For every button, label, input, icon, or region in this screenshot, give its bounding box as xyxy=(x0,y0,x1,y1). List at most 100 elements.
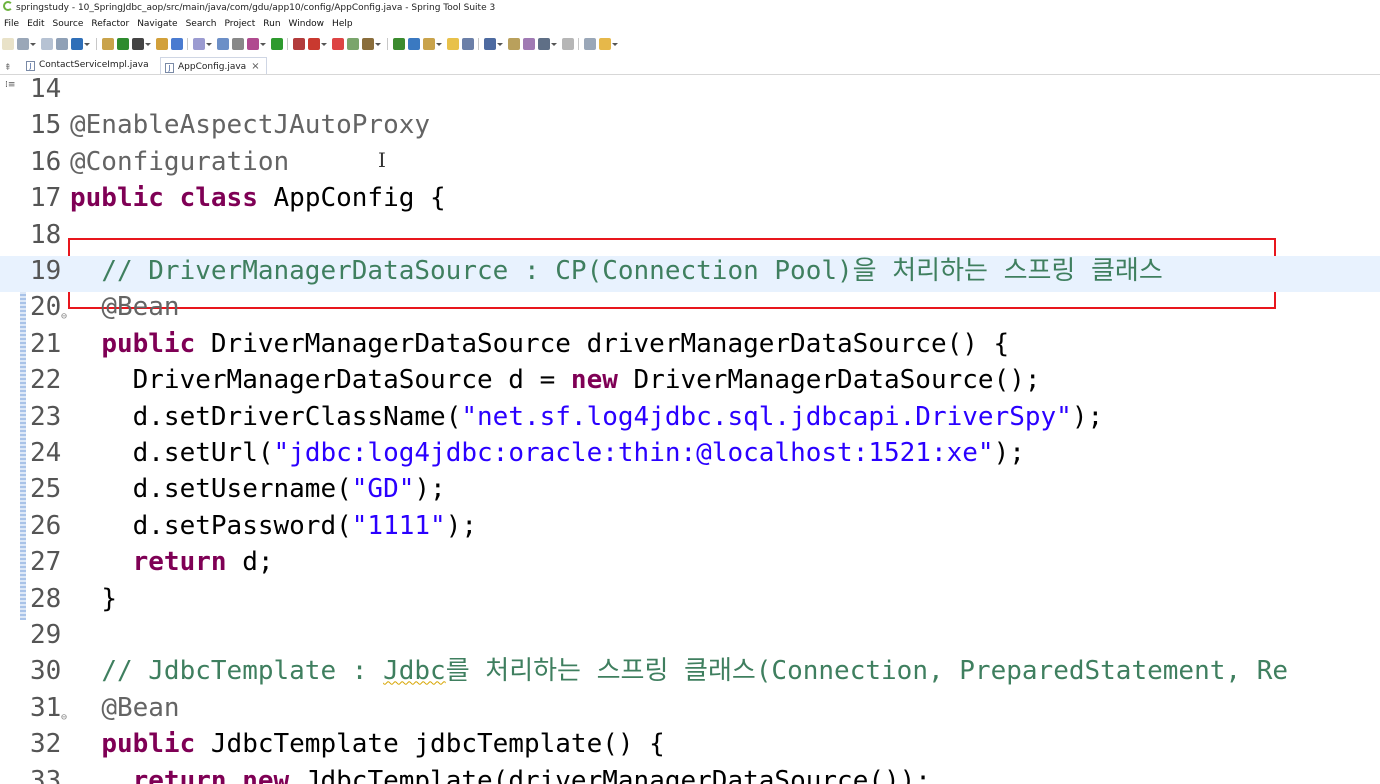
toolbar-button-icon[interactable] xyxy=(17,38,29,50)
menu-search[interactable]: Search xyxy=(182,16,221,32)
chevron-down-icon[interactable] xyxy=(145,43,151,46)
menu-refactor[interactable]: Refactor xyxy=(87,16,133,32)
toolbar-button-icon[interactable] xyxy=(562,38,574,50)
code-token: DriverManagerDataSource driverManagerDat… xyxy=(195,328,1010,359)
toolbar-button-icon[interactable] xyxy=(347,38,359,50)
tab-contactserviceimpl[interactable]: J ContactServiceImpl.java xyxy=(22,57,155,74)
chevron-down-icon[interactable] xyxy=(497,43,503,46)
toolbar-button-icon[interactable] xyxy=(293,38,305,50)
toolbar-button-icon[interactable] xyxy=(271,38,283,50)
chevron-down-icon[interactable] xyxy=(375,43,381,46)
toolbar-button-icon[interactable] xyxy=(308,38,320,50)
code-line[interactable]: 33 return new JdbcTemplate(driverManager… xyxy=(0,766,1380,784)
code-line[interactable]: 19 // DriverManagerDataSource : CP(Conne… xyxy=(0,256,1380,292)
code-line[interactable]: 21 public DriverManagerDataSource driver… xyxy=(0,329,1380,365)
code-token: } xyxy=(101,583,117,614)
code-line[interactable]: 17 public class AppConfig { xyxy=(0,183,1380,219)
toolbar-button-icon[interactable] xyxy=(447,38,459,50)
line-number: 24 xyxy=(30,438,62,468)
code-editor[interactable]: 14 15 @EnableAspectJAutoProxy 16 @Configurat… xyxy=(0,74,1380,784)
code-line[interactable]: 30 // JdbcTemplate : Jdbc를 처리하는 스프링 클래스(… xyxy=(0,656,1380,692)
code-line[interactable]: 31 ⊖ @Bean xyxy=(0,693,1380,729)
code-line[interactable]: 23 d.setDriverClassName("net.sf.log4jdbc… xyxy=(0,402,1380,438)
code-line[interactable]: 25 d.setUsername("GD"); xyxy=(0,474,1380,510)
code-line[interactable]: 32 public JdbcTemplate jdbcTemplate() { xyxy=(0,729,1380,765)
chevron-down-icon[interactable] xyxy=(551,43,557,46)
toolbar-button-icon[interactable] xyxy=(2,38,14,50)
code-line[interactable]: 28 } xyxy=(0,584,1380,620)
toolbar-button-icon[interactable] xyxy=(232,38,244,50)
toolbar-button-icon[interactable] xyxy=(462,38,474,50)
close-icon[interactable]: × xyxy=(251,61,259,72)
code-line[interactable]: 27 return d; xyxy=(0,547,1380,583)
code-line[interactable]: 22 DriverManagerDataSource d = new Drive… xyxy=(0,365,1380,401)
toolbar-button-icon[interactable] xyxy=(584,38,596,50)
code-line[interactable]: 20 ⊖ @Bean xyxy=(0,292,1380,328)
code-text: return new JdbcTemplate(driverManagerDat… xyxy=(70,766,931,784)
chevron-down-icon[interactable] xyxy=(260,43,266,46)
code-line[interactable]: 18 xyxy=(0,220,1380,256)
chevron-down-icon[interactable] xyxy=(84,43,90,46)
toolbar-button-icon[interactable] xyxy=(332,38,344,50)
string-literal: "GD" xyxy=(351,474,415,505)
keyword: public xyxy=(101,729,196,760)
line-number: 14 xyxy=(30,74,62,104)
toolbar-button-icon[interactable] xyxy=(156,38,168,50)
toolbar-button-icon[interactable] xyxy=(56,38,68,50)
code-token: d; xyxy=(226,547,274,578)
toolbar-button-icon[interactable] xyxy=(132,38,144,50)
code-text: public class AppConfig { xyxy=(70,183,446,213)
menu-window[interactable]: Window xyxy=(285,16,329,32)
string-literal: "jdbc:log4jdbc:oracle:thin:@localhost:15… xyxy=(273,438,994,468)
toolbar-button-icon[interactable] xyxy=(484,38,496,50)
code-line[interactable]: 16 @Configuration xyxy=(0,147,1380,183)
toolbar-button-icon[interactable] xyxy=(362,38,374,50)
code-line[interactable]: 29 xyxy=(0,620,1380,656)
toolbar-button-icon[interactable] xyxy=(102,38,114,50)
toolbar-button-icon[interactable] xyxy=(71,38,83,50)
code-token: JdbcTemplate(driverManagerDataSource()); xyxy=(289,765,931,784)
code-token: d.setPassword( xyxy=(132,510,352,541)
toolbar-button-icon[interactable] xyxy=(523,38,535,50)
code-text: d.setUrl("jdbc:log4jdbc:oracle:thin:@loc… xyxy=(70,438,1025,468)
menu-help[interactable]: Help xyxy=(328,16,357,32)
toolbar-button-icon[interactable] xyxy=(193,38,205,50)
toolbar-button-icon[interactable] xyxy=(117,38,129,50)
chevron-down-icon[interactable] xyxy=(206,43,212,46)
code-line[interactable]: 24 d.setUrl("jdbc:log4jdbc:oracle:thin:@… xyxy=(0,438,1380,474)
code-text: d.setPassword("1111"); xyxy=(70,511,477,541)
menu-edit[interactable]: Edit xyxy=(23,16,48,32)
chevron-down-icon[interactable] xyxy=(30,43,36,46)
chevron-down-icon[interactable] xyxy=(612,43,618,46)
chevron-down-icon[interactable] xyxy=(436,43,442,46)
menu-source[interactable]: Source xyxy=(49,16,88,32)
toolbar-button-icon[interactable] xyxy=(408,38,420,50)
menu-run[interactable]: Run xyxy=(259,16,284,32)
tab-appconfig[interactable]: J AppConfig.java × xyxy=(160,57,267,74)
menu-project[interactable]: Project xyxy=(220,16,259,32)
toolbar-button-icon[interactable] xyxy=(171,38,183,50)
toolbar-button-icon[interactable] xyxy=(423,38,435,50)
code-line[interactable]: 26 d.setPassword("1111"); xyxy=(0,511,1380,547)
toolbar-button-icon[interactable] xyxy=(538,38,550,50)
code-text: public DriverManagerDataSource driverMan… xyxy=(70,329,1009,359)
menu-navigate[interactable]: Navigate xyxy=(133,16,181,32)
line-number: 30 xyxy=(30,656,62,687)
code-line[interactable]: 15 @EnableAspectJAutoProxy xyxy=(0,110,1380,146)
line-number: 17 xyxy=(30,183,62,214)
toolbar-separator xyxy=(387,38,388,50)
toolbar-button-icon[interactable] xyxy=(599,38,611,50)
toolbar-button-icon[interactable] xyxy=(393,38,405,50)
toolbar-separator xyxy=(478,38,479,50)
toolbar-button-icon[interactable] xyxy=(41,38,53,50)
toolbar-button-icon[interactable] xyxy=(247,38,259,50)
line-number: 29 xyxy=(30,620,62,650)
toolbar-button-icon[interactable] xyxy=(508,38,520,50)
chevron-down-icon[interactable] xyxy=(321,43,327,46)
code-line[interactable]: 14 xyxy=(0,74,1380,110)
menu-file[interactable]: File xyxy=(0,16,23,32)
toolbar-button-icon[interactable] xyxy=(217,38,229,50)
